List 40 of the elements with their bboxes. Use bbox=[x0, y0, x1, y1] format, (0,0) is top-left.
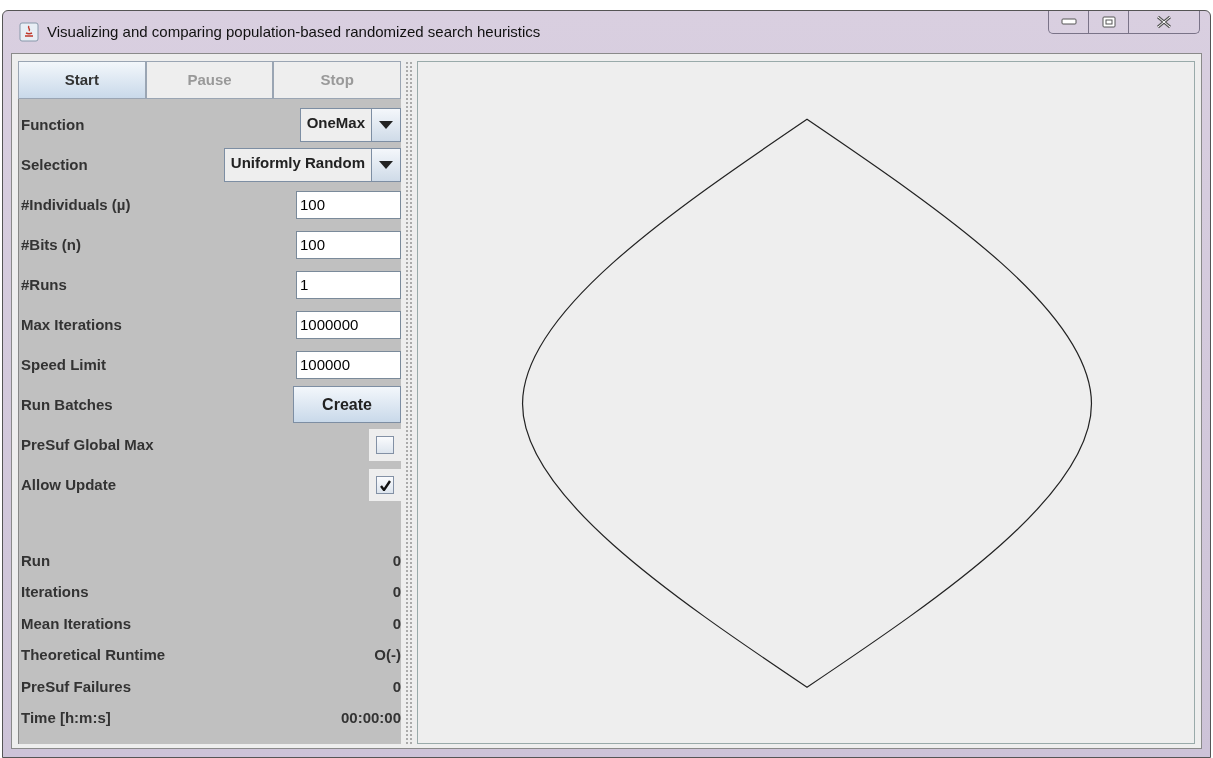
stat-label: Iterations bbox=[21, 583, 89, 601]
stat-label: Mean Iterations bbox=[21, 614, 132, 632]
input-field[interactable]: 100 bbox=[296, 230, 401, 259]
field-label: PreSuf Global Max bbox=[21, 436, 154, 453]
field-label: Selection bbox=[21, 156, 88, 173]
field-label: #Runs bbox=[21, 276, 67, 293]
stat-value: 00:00:00 bbox=[340, 709, 401, 727]
field-label: Allow Update bbox=[21, 476, 116, 493]
dropdown-arrow-icon bbox=[379, 120, 393, 129]
input-field[interactable]: 100000 bbox=[296, 350, 401, 379]
minimize-icon bbox=[1060, 18, 1077, 26]
create-button[interactable]: Create bbox=[293, 386, 401, 423]
dropdown[interactable]: Uniformly Random bbox=[223, 147, 401, 182]
field-label: Speed Limit bbox=[21, 356, 106, 373]
checkbox[interactable] bbox=[376, 475, 394, 494]
maximize-icon bbox=[1101, 16, 1116, 28]
window-title: Visualizing and comparing population-based randomized search heuristics bbox=[47, 21, 541, 42]
stat-value: 0 bbox=[392, 583, 401, 601]
stat-label: Theoretical Runtime bbox=[21, 646, 166, 664]
input-field[interactable]: 1000000 bbox=[296, 310, 401, 339]
dropdown[interactable]: OneMax bbox=[299, 107, 401, 142]
stat-value: 0 bbox=[392, 551, 401, 569]
dropdown-arrow-icon bbox=[379, 160, 393, 169]
stat-label: PreSuf Failures bbox=[21, 677, 132, 695]
input-field[interactable]: 1 bbox=[296, 270, 401, 299]
app-icon bbox=[19, 21, 39, 42]
field-label: Max Iterations bbox=[21, 316, 122, 333]
stat-value: 0 bbox=[392, 614, 401, 632]
field-label: Run Batches bbox=[21, 396, 113, 413]
stat-value: O(-) bbox=[374, 646, 401, 664]
field-label: Function bbox=[21, 116, 85, 133]
checkbox[interactable] bbox=[376, 435, 394, 454]
stat-value: 0 bbox=[392, 677, 401, 695]
stat-label: Run bbox=[21, 551, 51, 569]
input-field[interactable]: 100 bbox=[296, 190, 401, 219]
field-label: #Bits (n) bbox=[21, 236, 81, 253]
close-icon bbox=[1156, 15, 1172, 29]
field-label: #Individuals (µ) bbox=[21, 196, 131, 213]
stat-label: Time [h:m:s] bbox=[21, 709, 111, 727]
toolbar-button[interactable]: Start bbox=[18, 60, 146, 99]
